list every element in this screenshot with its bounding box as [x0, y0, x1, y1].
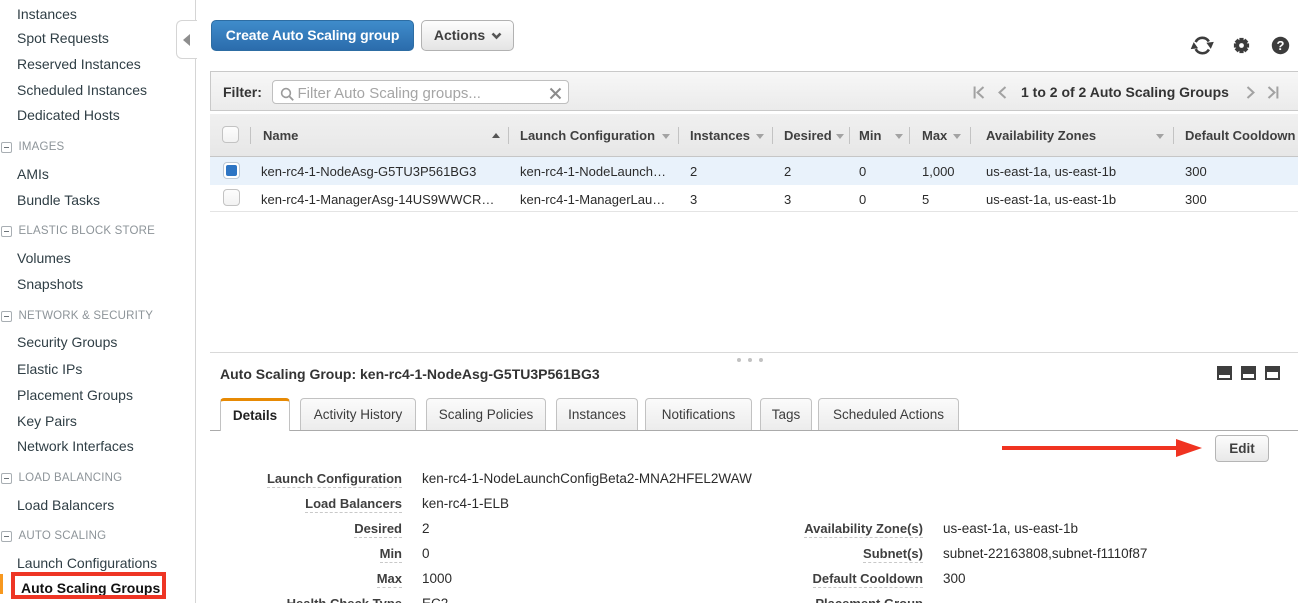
svg-text:?: ? [1276, 38, 1284, 53]
